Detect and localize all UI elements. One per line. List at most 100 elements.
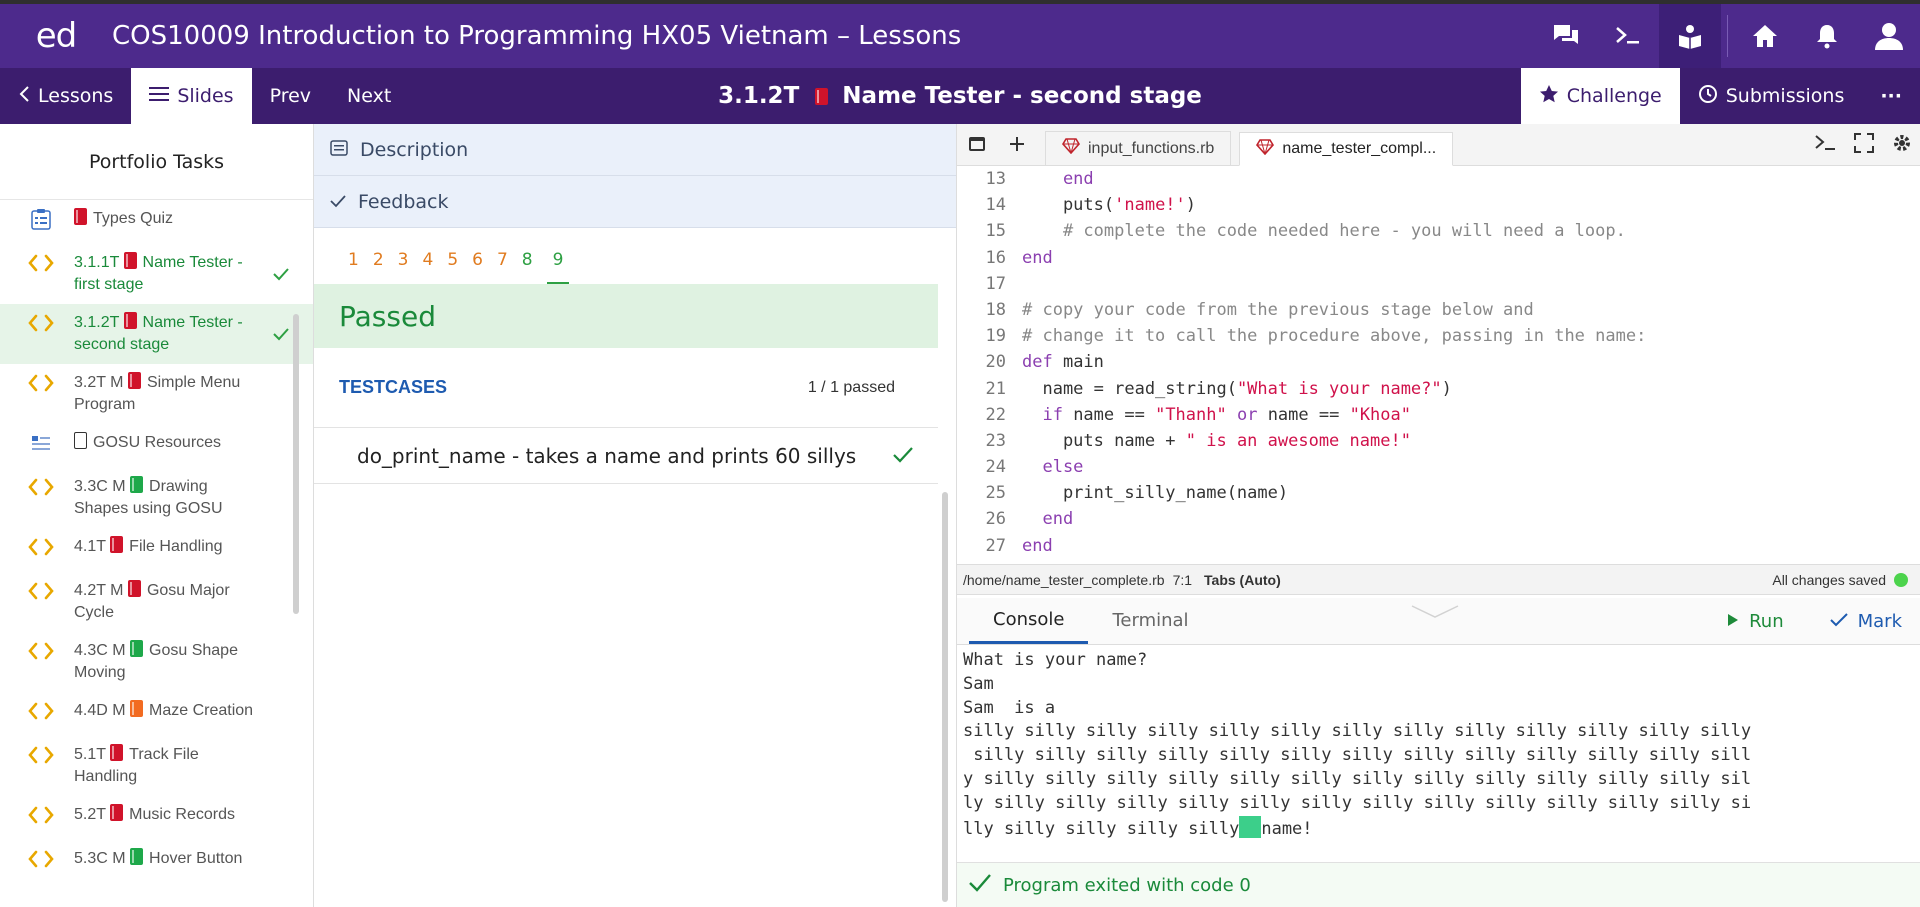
feedback-section[interactable]: Feedback [314,176,956,228]
code-line: 26 end [957,506,1920,532]
lesson-toolbar: Lessons Slides Prev Next 3.1.2T Name Tes… [0,68,1920,124]
panel-scrollbar[interactable] [942,492,948,902]
sidebar-item[interactable]: 3.1.2T Name Tester - second stage [0,304,313,364]
attempt-tab[interactable]: 6 [472,250,483,284]
portfolio-sidebar: Portfolio Tasks Types Quiz 3.1.1T Name Te… [0,124,314,907]
line-number: 24 [985,457,1006,478]
menu-icon [149,85,170,107]
exit-status: Program exited with code 0 [957,862,1920,907]
sidebar-item-label: 4.4D M Maze Creation [74,700,254,722]
slides-button[interactable]: Slides [131,68,252,124]
ed-logo[interactable]: ed [0,4,112,68]
sidebar-item-title: Hover Button [149,850,243,867]
line-number: 27 [985,535,1006,554]
sidebar-item[interactable]: GOSU Resources [0,424,313,468]
sidebar-item[interactable]: 4.2T M Gosu Major Cycle [0,572,313,632]
red-book-icon [123,252,137,269]
checkmark-icon [1829,611,1848,632]
sidebar-item-label: 3.3C M Drawing Shapes using GOSU [74,476,254,520]
attempt-tab[interactable]: 5 [447,250,458,284]
attempt-tab[interactable]: 8 [522,250,533,284]
sidebar-item[interactable]: 3.3C M Drawing Shapes using GOSU [0,468,313,528]
console-output[interactable]: What is your name? Sam Sam is a silly silly… [957,645,1920,860]
code-icon [28,252,54,274]
gear-icon[interactable] [1892,133,1912,158]
code-content[interactable]: 13 end 14 puts('name!') 15 # complete the … [957,166,1920,554]
code-text: end [1022,535,1053,554]
lessons-back-button[interactable]: Lessons [0,68,131,124]
line-number: 13 [985,169,1006,189]
line-number: 19 [985,326,1006,347]
attempt-tabs: 123456789 [314,228,956,284]
save-status-label: All changes saved [1772,571,1886,588]
sidebar-item-code: 3.2T M [74,374,128,391]
sidebar-item-code: 4.1T [74,538,111,555]
code-line: 22 if name == "Thanh" or name == "Khoa" [957,402,1920,428]
editor-tab-name-tester[interactable]: name_tester_compl... [1239,132,1454,166]
attempt-tab[interactable]: 4 [422,250,433,284]
fullscreen-icon[interactable] [1854,132,1874,158]
sidebar-item[interactable]: 4.4D M Maze Creation [0,692,313,736]
collapse-chevron-icon[interactable] [1410,604,1460,625]
sidebar-item[interactable]: 3.1.1T Name Tester - first stage [0,244,313,304]
lessons-label: Lessons [38,85,114,107]
home-icon[interactable] [1734,4,1796,68]
bell-icon[interactable] [1796,4,1858,68]
sidebar-item[interactable]: 4.3C M Gosu Shape Moving [0,632,313,692]
console-actions: Run Mark [1709,598,1920,645]
sidebar-list: Types Quiz 3.1.1T Name Tester - first sta… [0,200,313,884]
line-number: 16 [985,247,1006,268]
file-browser-icon[interactable] [957,123,997,165]
top-icons [1535,4,1920,68]
sidebar-item[interactable]: 5.1T Track File Handling [0,736,313,796]
cursor-position: 7:1 [1172,571,1193,588]
mark-label: Mark [1857,611,1902,632]
challenge-button[interactable]: Challenge [1520,68,1680,124]
submissions-label: Submissions [1725,85,1845,107]
chevron-left-icon [18,85,30,108]
sidebar-item[interactable]: 5.3C M Hover Button [0,840,313,884]
editor-tab-input-functions[interactable]: input_functions.rb [1045,131,1232,165]
sidebar-item[interactable]: Types Quiz [0,200,313,244]
attempt-tab[interactable]: 2 [373,250,384,284]
tab-console[interactable]: Console [969,597,1089,644]
testcase-row[interactable]: do_print_name - takes a name and prints … [314,428,938,484]
description-section[interactable]: Description [314,124,956,176]
prev-button[interactable]: Prev [252,68,329,124]
run-button[interactable]: Run [1709,598,1802,645]
code-text: end [1022,169,1094,189]
attempt-tab[interactable]: 3 [398,250,409,284]
text-cursor [1239,815,1262,838]
code-line: 16 end [957,245,1920,271]
indent-mode[interactable]: Tabs (Auto) [1204,572,1281,588]
sidebar-item[interactable]: 5.2T Music Records [0,796,313,840]
separator [1727,15,1728,57]
discussion-icon[interactable] [1535,4,1597,68]
sidebar-item-code: 3.3C M [74,478,131,495]
line-number: 26 [985,509,1006,530]
attempt-tab[interactable]: 1 [348,250,359,284]
lessons-icon[interactable] [1659,4,1721,68]
terminal-icon[interactable] [1597,4,1659,68]
mark-button[interactable]: Mark [1812,598,1920,645]
testcases-header: TESTCASES 1 / 1 passed [314,348,938,428]
new-file-icon[interactable] [997,123,1037,165]
submissions-button[interactable]: Submissions [1680,68,1863,124]
sidebar-item-code: 5.2T [74,806,111,823]
sidebar-item[interactable]: 3.2T M Simple Menu Program [0,364,313,424]
sidebar-scrollbar[interactable] [293,314,299,614]
sidebar-item-label: 5.2T Music Records [74,804,254,826]
attempt-tab[interactable]: 9 [546,250,570,284]
tab-terminal[interactable]: Terminal [1088,597,1212,644]
attempt-tab[interactable]: 7 [497,250,508,284]
sidebar-item[interactable]: 4.1T File Handling [0,528,313,572]
editor-status-bar: /home/name_tester_complete.rb 7:1 Tabs (… [957,564,1920,595]
code-line: 14 puts('name!') [957,192,1920,218]
terminal-toggle-icon[interactable] [1814,134,1836,157]
next-button[interactable]: Next [329,68,409,124]
more-options-button[interactable]: ··· [1862,68,1920,124]
user-avatar-icon[interactable] [1858,4,1920,68]
feedback-label: Feedback [358,190,449,213]
top-bar: ed COS10009 Introduction to Programming … [0,0,1920,68]
code-text: # complete the code needed here - you wi… [1022,221,1626,242]
